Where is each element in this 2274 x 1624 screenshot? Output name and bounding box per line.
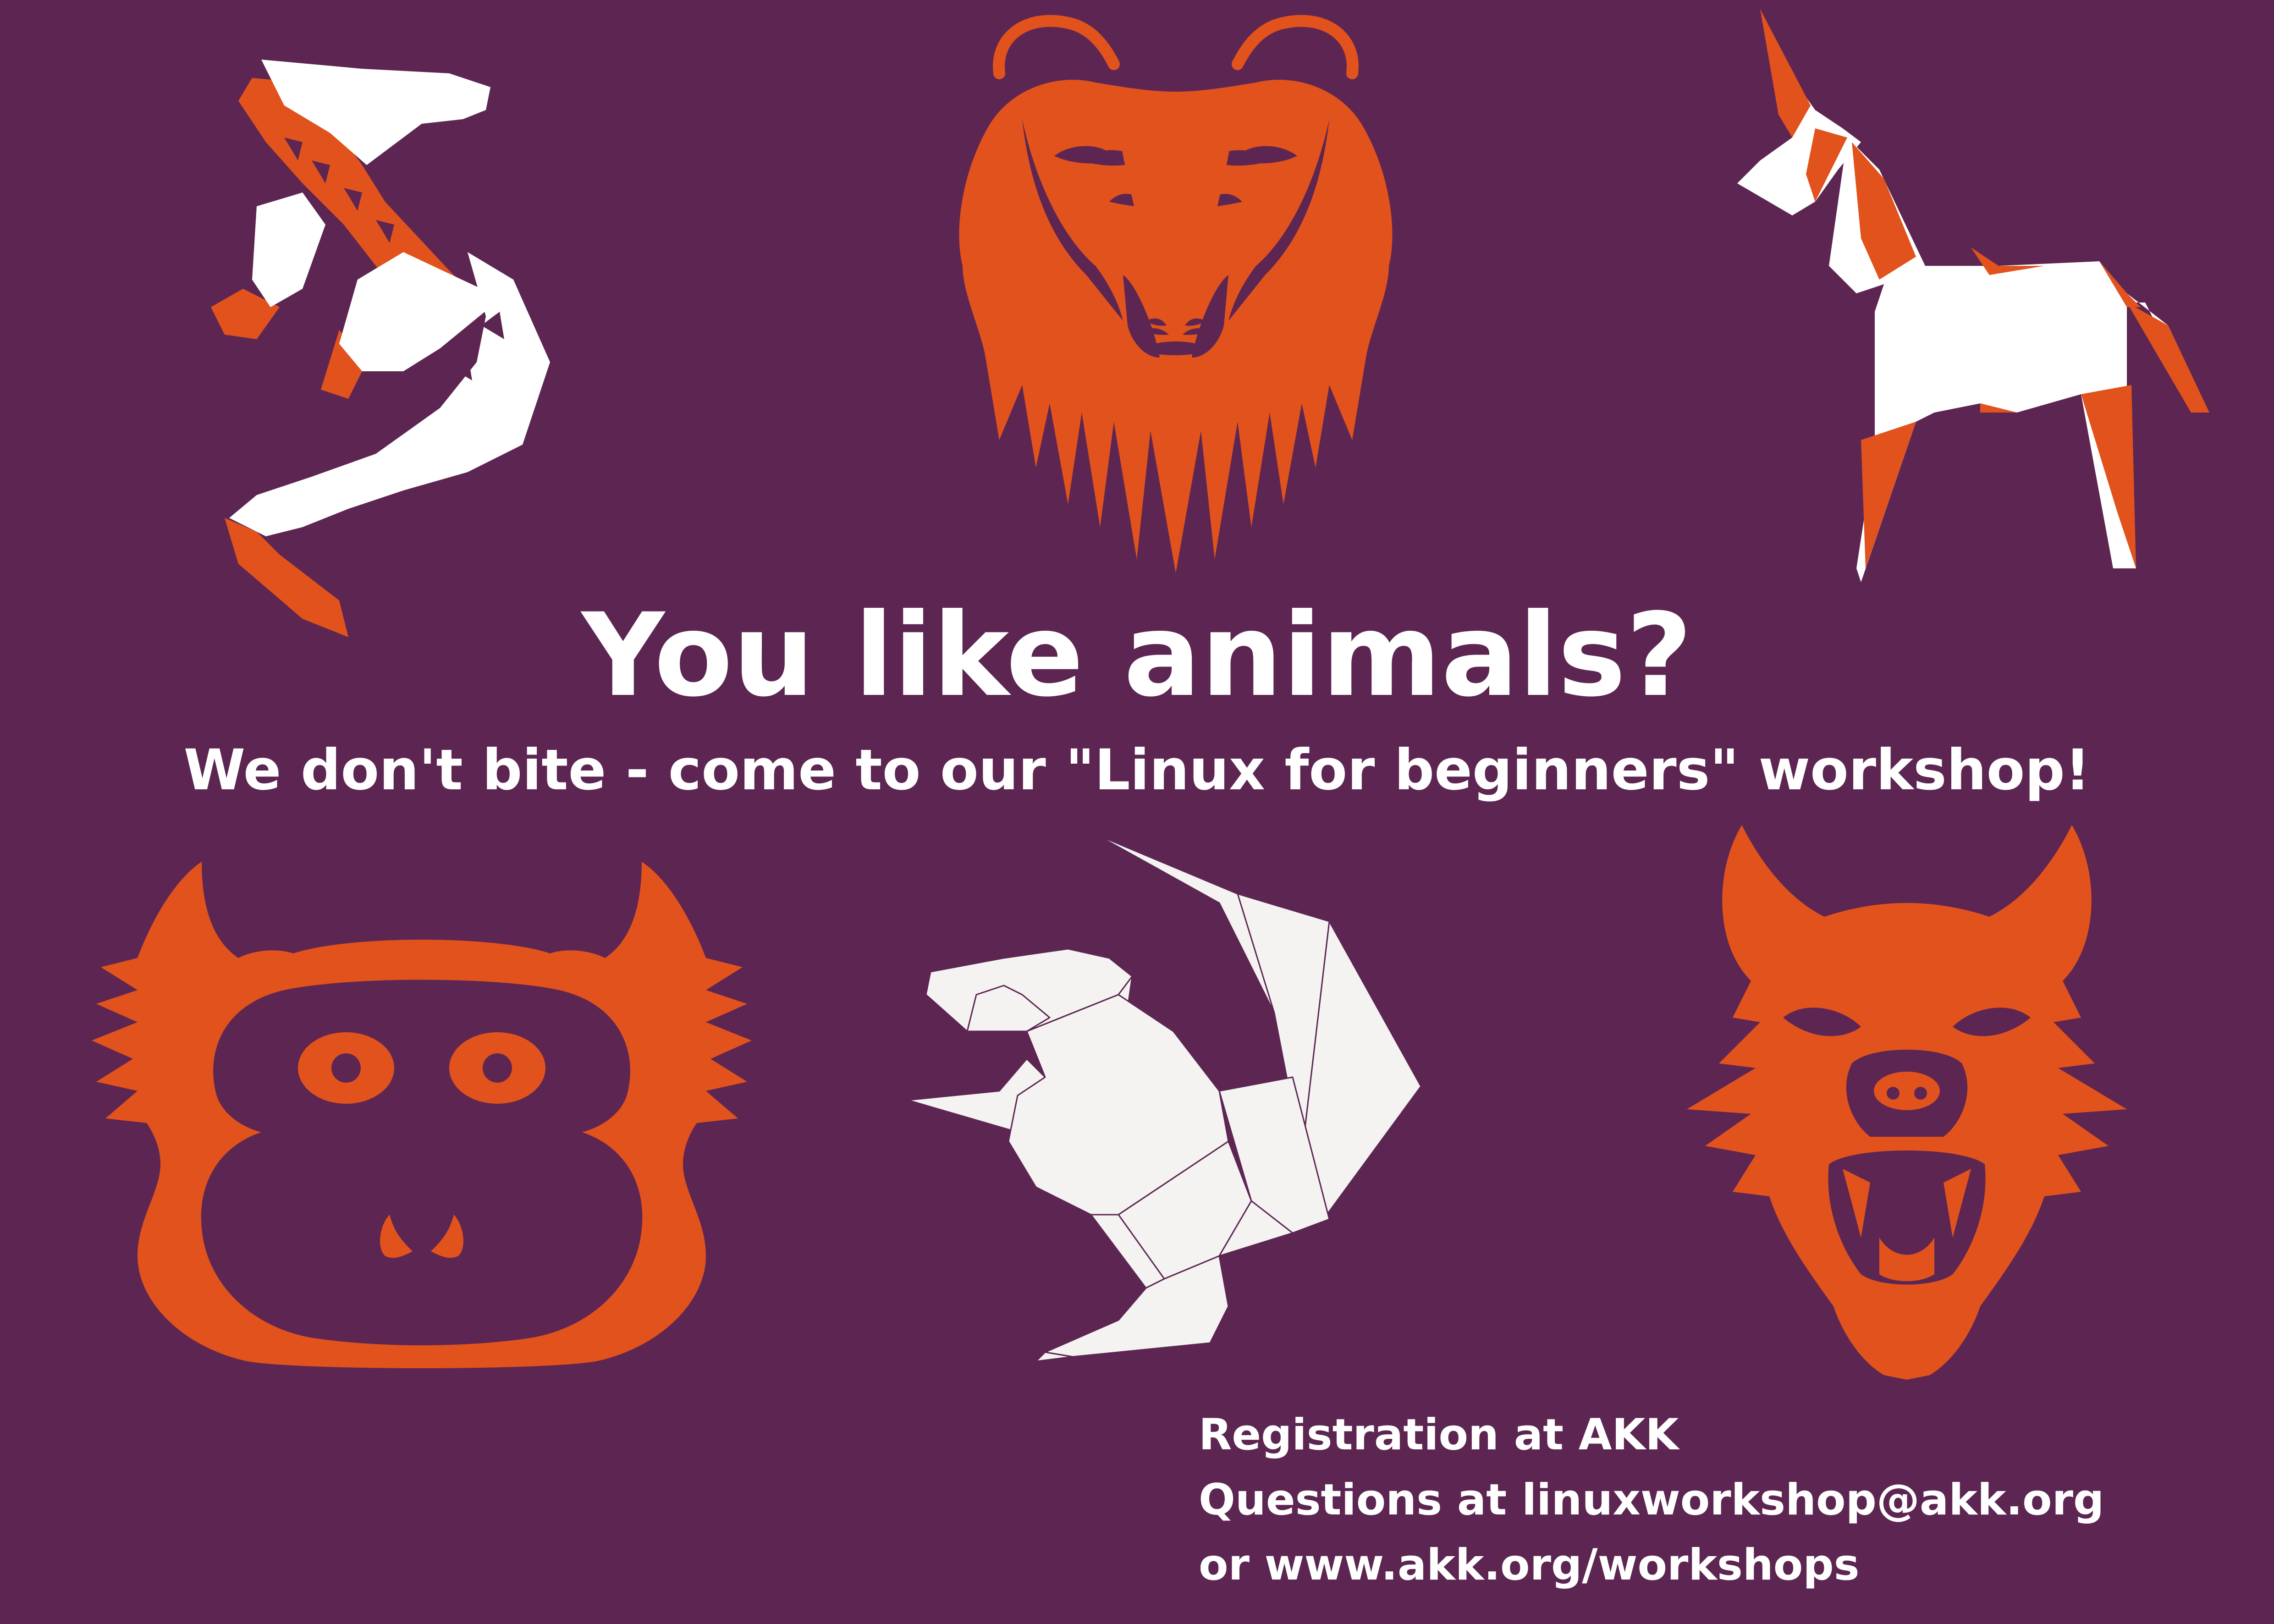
wolf-graphic (1687, 825, 2127, 1380)
monkey-icon (92, 853, 752, 1375)
questions-line: Questions at linuxworkshop@akk.org (1199, 1475, 2104, 1525)
unicorn-graphic (1737, 9, 2209, 582)
unicorn-icon (1723, 9, 2214, 582)
lizard-graphic (211, 60, 550, 637)
gnu-graphic (959, 15, 1393, 573)
page-subtitle: We don't bite - come to our "Linux for b… (183, 738, 2091, 803)
squirrel-icon (898, 820, 1421, 1361)
registration-line: Registration at AKK (1199, 1410, 1679, 1460)
info-block: Registration at AKK Questions at linuxwo… (1199, 1403, 2104, 1598)
gnu-icon (944, 9, 1407, 578)
website-line: or www.akk.org/workshops (1199, 1540, 1860, 1590)
wolf-icon (1678, 825, 2136, 1380)
lizard-icon (211, 50, 559, 642)
page-title: You like animals? (581, 589, 1693, 722)
squirrel-graphic (907, 833, 1421, 1361)
monkey-graphic (92, 862, 752, 1368)
poster: You like animals? We don't bite - come t… (0, 0, 2274, 1624)
